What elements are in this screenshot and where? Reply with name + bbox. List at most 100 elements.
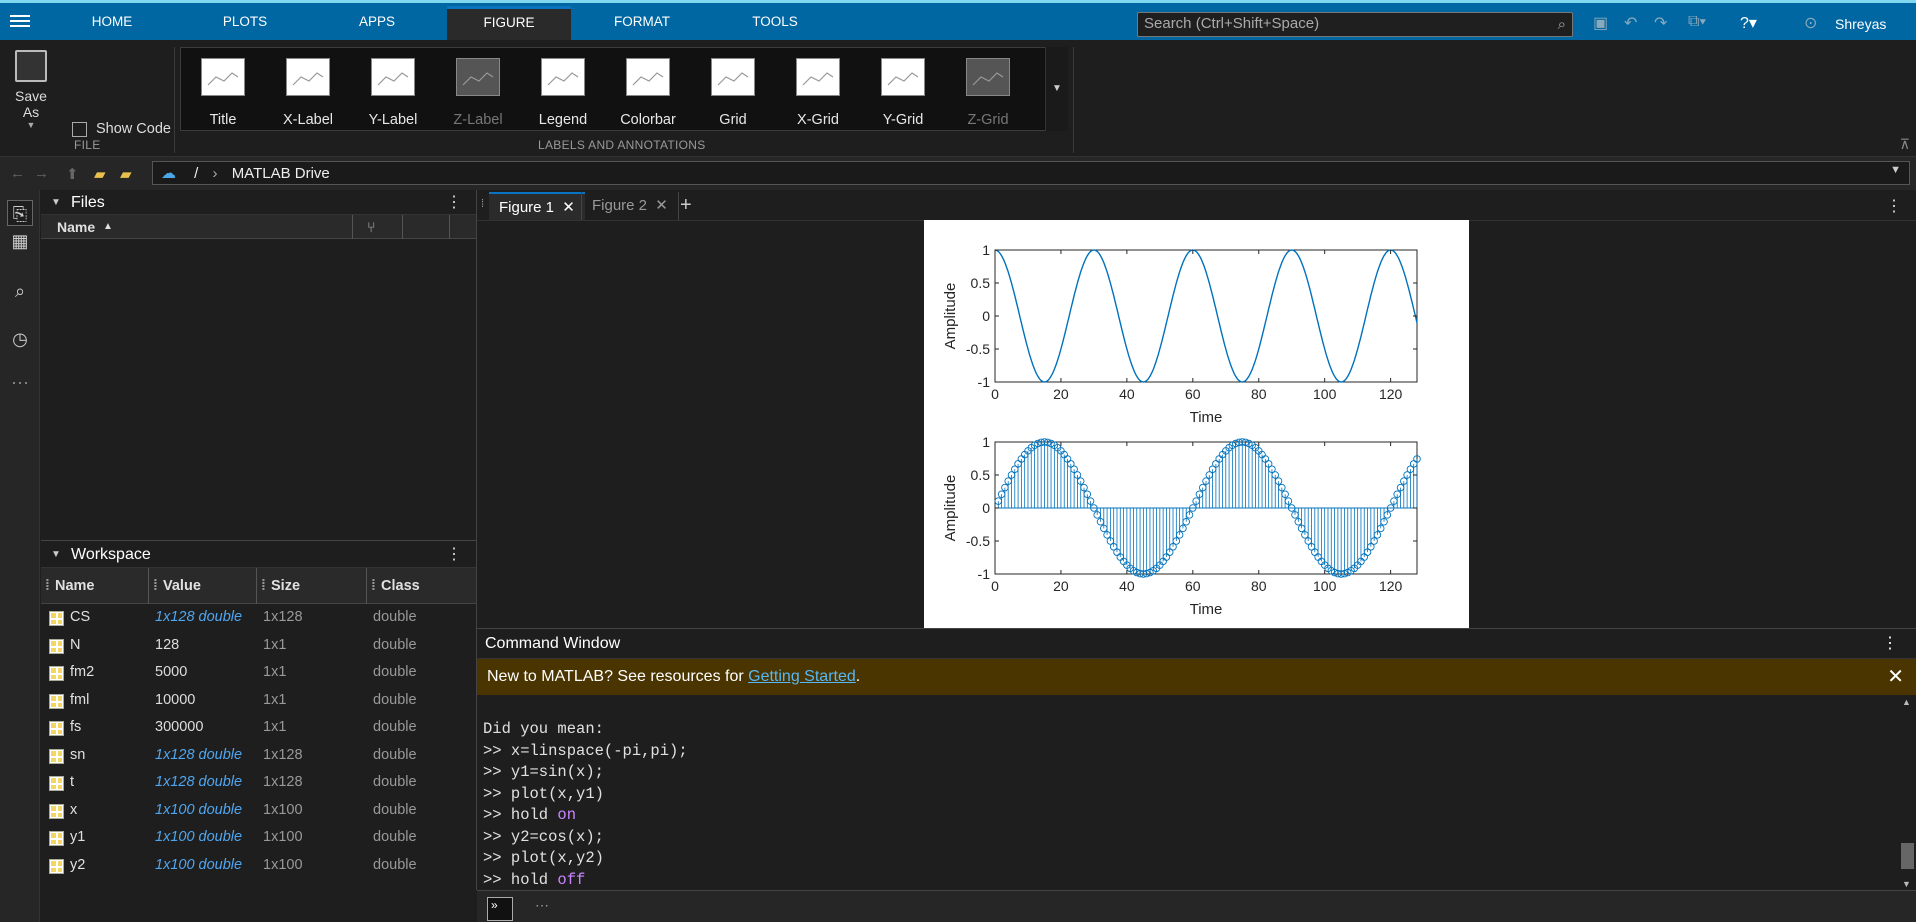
ws-col-class[interactable]: Class — [381, 568, 420, 604]
close-icon[interactable]: ✕ — [562, 199, 575, 216]
tab-format[interactable]: FORMAT — [578, 6, 706, 40]
gallery-item-x-grid[interactable]: X-Grid — [781, 48, 855, 132]
account-icon[interactable]: ⊙ — [1804, 13, 1817, 33]
gallery-expand-button[interactable]: ▼ — [1045, 47, 1068, 131]
figure-canvas[interactable]: 0 20 40 60 80 100 120 1 0.5 0 -0.5 -1 Time Amplitude 0… — [924, 220, 1469, 628]
panel-menu-icon[interactable]: ⋮ — [446, 541, 462, 568]
gallery-item-colorbar[interactable]: Colorbar — [611, 48, 685, 132]
more-icon[interactable]: ⋯ — [535, 897, 549, 914]
cloud-icon: ☁ — [161, 165, 176, 182]
search-icon[interactable]: ⌕ — [1558, 16, 1566, 33]
getting-started-link[interactable]: Getting Started — [748, 668, 856, 685]
user-name[interactable]: Shreyas — [1835, 16, 1886, 32]
scroll-down-icon[interactable]: ▼ — [1902, 879, 1911, 889]
close-icon[interactable]: ✕ — [1887, 659, 1904, 695]
gallery-item-y-label[interactable]: Y-Label — [356, 48, 430, 132]
var-value[interactable]: 1x100 double — [155, 852, 242, 880]
var-value[interactable]: 1x100 double — [155, 797, 242, 825]
command-window-toggle-icon[interactable]: » — [487, 897, 513, 921]
command-output[interactable]: Did you mean: >> x=linspace(-pi,pi); >> y1… — [483, 719, 688, 891]
gallery-item-title[interactable]: Title — [186, 48, 260, 132]
var-name: y1 — [70, 829, 86, 845]
colorbar-icon — [626, 58, 670, 96]
more-icon[interactable]: ⋯ — [7, 370, 33, 396]
tab-tools[interactable]: TOOLS — [712, 6, 838, 40]
scrollbar-thumb[interactable] — [1901, 843, 1914, 869]
gallery-item-x-label[interactable]: X-Label — [271, 48, 345, 132]
path-segment[interactable]: MATLAB Drive — [232, 165, 330, 182]
command-window-header: Command Window ⋮ — [477, 629, 1916, 659]
save-as-button[interactable]: Save As ▼ — [6, 50, 56, 130]
collapse-icon[interactable]: ▼ — [51, 541, 61, 568]
back-icon[interactable]: ← — [10, 165, 25, 182]
workspace-row[interactable]: sn 1x128 double 1x128 double — [41, 742, 476, 770]
tab-figure-1[interactable]: Figure 1 ✕ — [489, 192, 585, 220]
scrollbar[interactable]: ▲ ▼ — [1898, 695, 1916, 891]
undo-icon[interactable]: ↶ — [1624, 13, 1637, 33]
workspace-row[interactable]: y2 1x100 double 1x100 double — [41, 852, 476, 880]
files-col-name[interactable]: Name — [57, 215, 95, 239]
panel-menu-icon[interactable]: ⋮ — [1882, 629, 1898, 659]
collapse-ribbon-icon[interactable]: ⊼ — [1900, 136, 1910, 153]
chevron-down-icon[interactable]: ▼ — [1890, 164, 1901, 176]
gallery-item-label: Y-Grid — [882, 112, 924, 128]
menu-icon[interactable] — [10, 12, 30, 30]
files-panel-header[interactable]: ▼ Files ⋮ — [41, 190, 476, 215]
forward-icon[interactable]: → — [34, 165, 49, 182]
ws-col-size[interactable]: Size — [271, 568, 300, 604]
workspace-panel-header[interactable]: ▼ Workspace ⋮ — [41, 541, 476, 568]
panel-menu-icon[interactable]: ⋮ — [1886, 196, 1902, 216]
browse-folder-icon[interactable]: ▰ — [94, 165, 106, 183]
close-icon[interactable]: ✕ — [655, 197, 668, 214]
show-code-checkbox[interactable] — [72, 122, 87, 137]
ws-col-name[interactable]: Name — [55, 568, 95, 604]
up-folder-icon[interactable]: ⬆ — [66, 165, 79, 183]
workspace-row[interactable]: fml 10000 1x1 double — [41, 687, 476, 715]
collapse-icon[interactable]: ▼ — [51, 190, 61, 215]
help-icon[interactable]: ?▾ — [1740, 13, 1757, 33]
var-value[interactable]: 1x128 double — [155, 769, 242, 797]
tab-home[interactable]: HOME — [70, 6, 154, 40]
tab-figure-2[interactable]: Figure 2 ✕ — [581, 192, 679, 220]
panel-menu-icon[interactable]: ⋮ — [446, 190, 462, 215]
show-code-label[interactable]: Show Code — [96, 121, 171, 137]
var-class: double — [373, 691, 417, 708]
save-icon[interactable]: ▣ — [1593, 13, 1608, 33]
workspace-row[interactable]: fs 300000 1x1 double — [41, 714, 476, 742]
y-tick-label: 1 — [982, 434, 990, 450]
search-field[interactable]: Search (Ctrl+Shift+Space) ⌕ — [1137, 12, 1573, 37]
workspace-row[interactable]: fm2 5000 1x1 double — [41, 659, 476, 687]
workspace-panel-icon[interactable]: ▦ — [7, 228, 33, 254]
x-tick-label: 100 — [1313, 386, 1337, 402]
gallery-item-y-grid[interactable]: Y-Grid — [866, 48, 940, 132]
cloud-folder-icon[interactable]: ▰ — [120, 165, 132, 183]
files-panel-icon[interactable]: ⎘ — [7, 200, 33, 226]
gallery-item-label: X-Label — [283, 112, 333, 128]
ws-col-value[interactable]: Value — [163, 568, 201, 604]
gallery-item-legend[interactable]: Legend — [526, 48, 600, 132]
path-root[interactable]: / — [194, 165, 198, 182]
tab-figure[interactable]: FIGURE — [447, 6, 571, 40]
current-folder-field[interactable]: ☁ / › MATLAB Drive ▼ — [152, 161, 1910, 185]
var-value[interactable]: 1x128 double — [155, 742, 242, 770]
tab-plots[interactable]: PLOTS — [200, 6, 290, 40]
command-history-icon[interactable]: ◷ — [7, 326, 33, 352]
workspace-row[interactable]: CS 1x128 double 1x128 double — [41, 604, 476, 632]
workspace-row[interactable]: y1 1x100 double 1x100 double — [41, 824, 476, 852]
workspace-row[interactable]: N 128 1x1 double — [41, 632, 476, 660]
x-tick-label: 120 — [1379, 578, 1403, 594]
switch-windows-icon[interactable]: ⧉▾ — [1688, 13, 1706, 31]
var-value[interactable]: 1x100 double — [155, 824, 242, 852]
workspace-row[interactable]: x 1x100 double 1x100 double — [41, 797, 476, 825]
tab-apps[interactable]: APPS — [335, 6, 419, 40]
redo-icon[interactable]: ↷ — [1654, 13, 1667, 33]
gallery-item-grid[interactable]: Grid — [696, 48, 770, 132]
find-files-icon[interactable]: ⌕ — [7, 278, 33, 304]
x-tick-label: 100 — [1313, 578, 1337, 594]
code: x=linspace(-pi,pi); — [510, 741, 688, 760]
workspace-row[interactable]: t 1x128 double 1x128 double — [41, 769, 476, 797]
var-value[interactable]: 1x128 double — [155, 604, 242, 632]
y-label-icon — [371, 58, 415, 96]
scroll-up-icon[interactable]: ▲ — [1902, 697, 1911, 707]
add-figure-icon[interactable]: + — [680, 194, 692, 217]
